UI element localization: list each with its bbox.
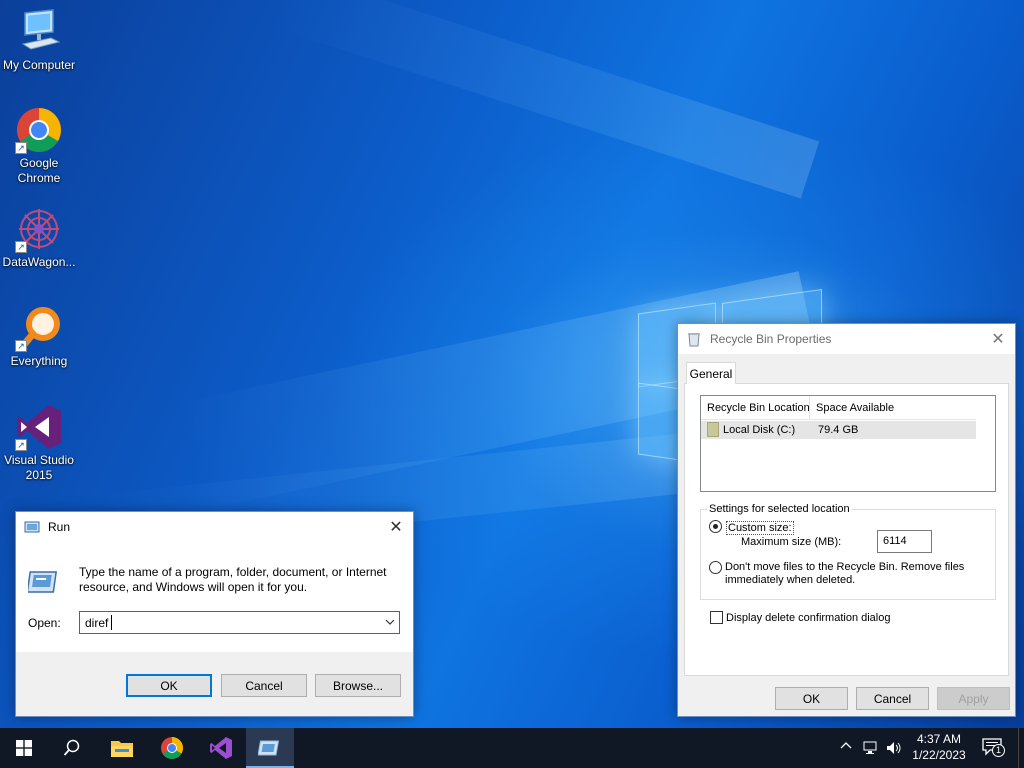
run-ok-button[interactable]: OK xyxy=(126,674,212,697)
open-combobox[interactable]: diref xyxy=(79,611,400,634)
run-description: Type the name of a program, folder, docu… xyxy=(79,565,387,594)
custom-size-radio[interactable] xyxy=(709,520,722,533)
tab-general[interactable]: General xyxy=(686,362,736,384)
volume-icon[interactable] xyxy=(886,740,902,759)
shortcut-arrow-icon: ↗ xyxy=(15,241,27,253)
notification-badge: 1 xyxy=(992,744,1005,757)
recycle-title: Recycle Bin Properties xyxy=(710,332,832,346)
settings-group: Settings for selected location Custom si… xyxy=(700,503,996,600)
recycle-bin-properties-dialog: Recycle Bin Properties ✕ General Recycle… xyxy=(677,323,1016,717)
dont-move-radio[interactable] xyxy=(709,561,722,574)
desktop-icon-label: Everything xyxy=(10,354,68,368)
close-icon[interactable]: ✕ xyxy=(379,512,413,542)
close-icon[interactable]: ✕ xyxy=(981,324,1015,354)
search-icon xyxy=(63,739,80,756)
recycle-titlebar[interactable]: Recycle Bin Properties ✕ xyxy=(678,324,1015,354)
run-browse-button[interactable]: Browse... xyxy=(315,674,401,697)
visual-studio-icon xyxy=(210,737,232,759)
computer-icon xyxy=(15,8,63,56)
open-input[interactable]: diref xyxy=(85,616,108,630)
recycle-cancel-button[interactable]: Cancel xyxy=(856,687,929,710)
run-body xyxy=(16,542,413,652)
show-desktop-button[interactable] xyxy=(1018,728,1024,768)
desktop-icon-google-chrome[interactable]: ↗ Google Chrome xyxy=(1,106,77,186)
desktop-icon-label: Visual Studio 2015 xyxy=(4,453,74,482)
run-dialog: Run ✕ Type the name of a program, folder… xyxy=(15,511,414,717)
max-size-value: 6114 xyxy=(883,535,907,547)
chrome-icon: ↗ xyxy=(15,106,63,154)
recycle-bin-icon xyxy=(686,331,702,347)
clock-date: 1/22/2023 xyxy=(912,748,966,762)
folder-icon xyxy=(111,741,133,757)
desktop-icon-visual-studio[interactable]: ↗ Visual Studio 2015 xyxy=(1,403,77,483)
search-button[interactable] xyxy=(48,728,96,768)
custom-size-label[interactable]: Custom size: xyxy=(726,521,794,535)
magnifier-icon: ↗ xyxy=(15,304,63,352)
taskbar: 4:37 AM 1/22/2023 1 xyxy=(0,728,1024,768)
start-button[interactable] xyxy=(0,728,48,768)
dont-move-label[interactable]: Don't move files to the Recycle Bin. Rem… xyxy=(725,561,985,587)
list-header: Recycle Bin Location Space Available xyxy=(701,396,976,420)
desktop-icon-label: DataWagon... xyxy=(2,255,76,269)
run-app-icon xyxy=(258,740,280,756)
desktop-icon-everything[interactable]: ↗ Everything xyxy=(1,304,77,369)
action-center-button[interactable]: 1 xyxy=(982,738,1005,758)
table-row[interactable]: Local Disk (C:) 79.4 GB xyxy=(701,421,976,439)
max-size-input[interactable]: 6114 xyxy=(877,530,932,553)
text-cursor xyxy=(111,615,112,630)
taskbar-visual-studio[interactable] xyxy=(197,728,245,768)
chevron-down-icon[interactable] xyxy=(385,615,395,632)
shortcut-arrow-icon: ↗ xyxy=(15,439,27,451)
clock[interactable]: 4:37 AM 1/22/2023 xyxy=(905,731,973,763)
desktop-icon-my-computer[interactable]: My Computer xyxy=(1,8,77,73)
wallpaper-beam xyxy=(268,0,820,199)
taskbar-file-explorer[interactable] xyxy=(98,728,146,768)
settings-legend: Settings for selected location xyxy=(707,503,852,515)
taskbar-run[interactable] xyxy=(246,728,294,768)
column-header-location[interactable]: Recycle Bin Location xyxy=(707,402,810,414)
desktop-icon-label: My Computer xyxy=(2,58,76,72)
windows-logo-icon xyxy=(16,740,32,756)
drive-icon xyxy=(707,422,719,437)
chevron-up-icon[interactable] xyxy=(840,740,852,755)
row-location: Local Disk (C:) xyxy=(723,424,796,436)
display-confirm-checkbox[interactable] xyxy=(710,611,723,624)
clock-time: 4:37 AM xyxy=(916,732,962,746)
run-app-icon xyxy=(24,519,40,535)
tab-general-label: General xyxy=(689,366,733,381)
shortcut-arrow-icon: ↗ xyxy=(15,142,27,154)
column-divider xyxy=(809,396,810,420)
run-title: Run xyxy=(48,520,71,534)
visual-studio-icon: ↗ xyxy=(15,403,63,451)
display-confirm-label[interactable]: Display delete confirmation dialog xyxy=(726,612,890,624)
desktop-icon-label: Google Chrome xyxy=(17,156,61,185)
tab-panel: Recycle Bin Location Space Available Loc… xyxy=(684,383,1009,676)
desktop-icon-datawagon[interactable]: ↗ DataWagon... xyxy=(1,205,77,270)
open-label: Open: xyxy=(28,616,61,630)
taskbar-chrome[interactable] xyxy=(148,728,196,768)
location-list[interactable]: Recycle Bin Location Space Available Loc… xyxy=(700,395,996,492)
network-icon[interactable] xyxy=(863,740,879,759)
column-header-space[interactable]: Space Available xyxy=(816,402,894,414)
run-program-icon xyxy=(26,566,60,598)
row-space: 79.4 GB xyxy=(818,424,859,436)
recycle-ok-button[interactable]: OK xyxy=(775,687,848,710)
datawagon-icon: ↗ xyxy=(15,205,63,253)
max-size-label: Maximum size (MB): xyxy=(741,536,842,548)
shortcut-arrow-icon: ↗ xyxy=(15,340,27,352)
chrome-icon xyxy=(161,737,183,759)
run-cancel-button[interactable]: Cancel xyxy=(221,674,307,697)
run-titlebar[interactable]: Run ✕ xyxy=(16,512,413,542)
recycle-apply-button[interactable]: Apply xyxy=(937,687,1010,710)
